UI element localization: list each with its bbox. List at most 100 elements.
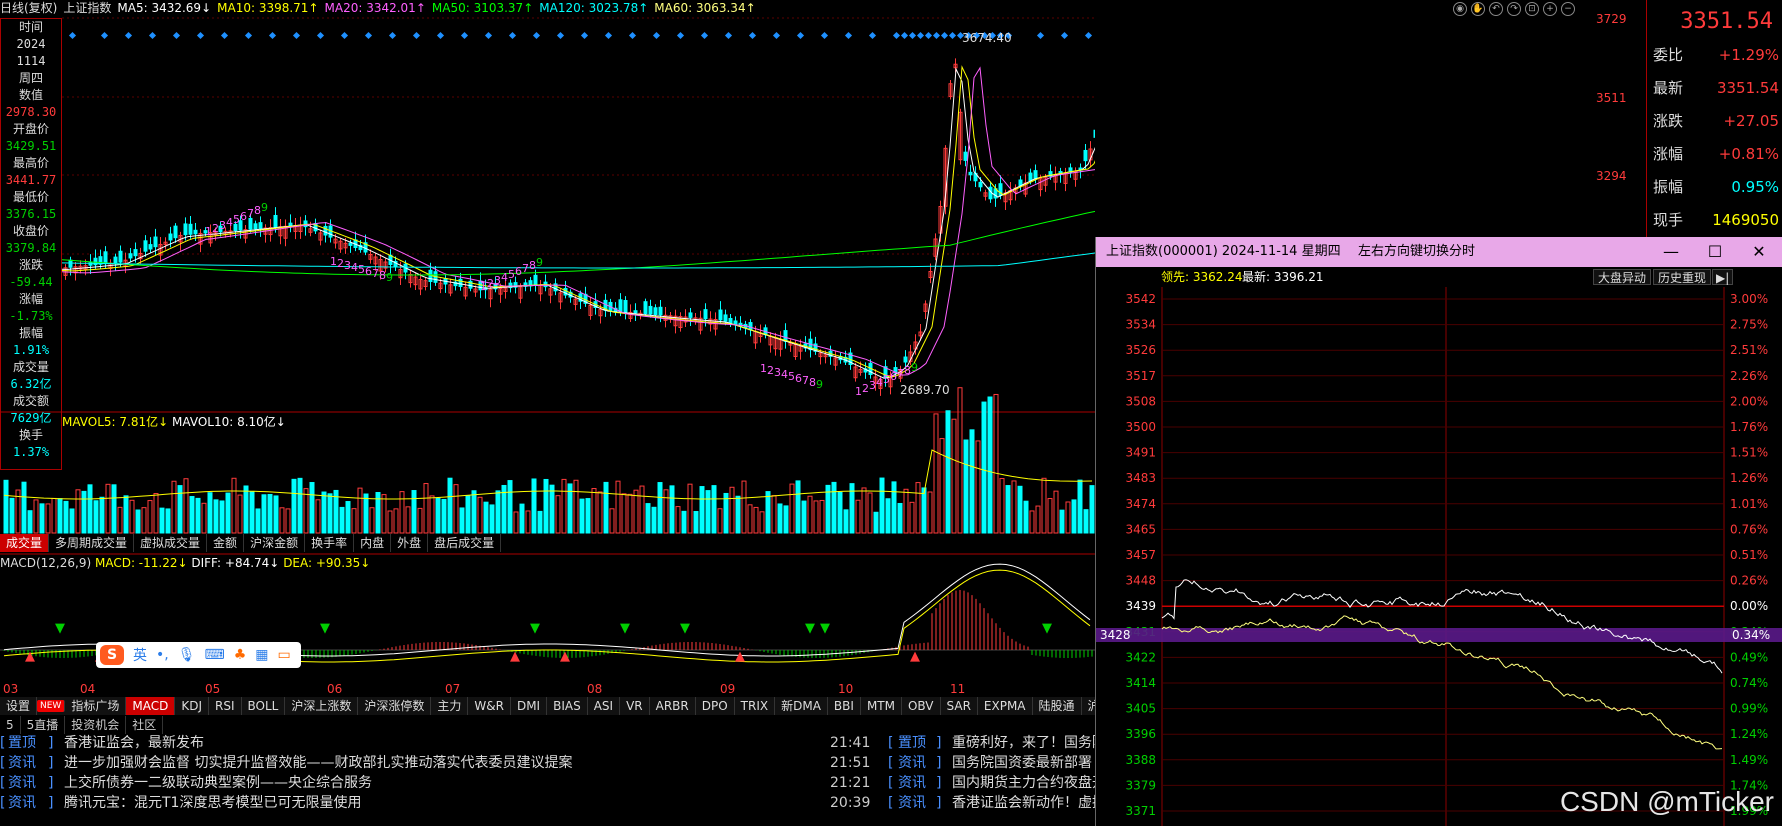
- market-alert-button[interactable]: 大盘异动: [1593, 269, 1652, 285]
- period-label[interactable]: 日线(复权): [0, 1, 57, 15]
- indicator-tab-1[interactable]: 指标广场: [65, 697, 127, 715]
- tab-8[interactable]: 盘后成交量: [428, 534, 502, 552]
- chart-toolbar: ◉ ✋ ↶ ↷ ⊡ + −: [1453, 0, 1593, 17]
- bracket: ]: [936, 755, 942, 771]
- tab-5[interactable]: 换手率: [305, 534, 355, 552]
- indicator-tab-8[interactable]: 主力: [431, 697, 469, 715]
- td-count: 4: [781, 368, 788, 381]
- eye-icon[interactable]: ◉: [1453, 1, 1467, 16]
- news-row[interactable]: 资讯[] 上交所债券一二级联动典型案例——央企综合服务 21:21 资讯[] 国内期货主…: [0, 772, 1148, 794]
- indicator-tab-13[interactable]: VR: [620, 697, 650, 715]
- volume-indicator-tabs: 成交量 多周期成交量 虚拟成交量 金额 沪深金额 换手率 内盘 外盘 盘后成交量: [0, 534, 502, 552]
- candle-body: [703, 309, 708, 320]
- quote-label: 委比: [1653, 46, 1684, 64]
- sell-arrow-icon: ▼: [620, 621, 630, 636]
- candle-body: [248, 217, 253, 230]
- indicator-tab-7[interactable]: 沪深涨停数: [358, 697, 432, 715]
- indicator-tab-6[interactable]: 沪深上涨数: [285, 697, 359, 715]
- collapse-icon[interactable]: ▶|: [1712, 269, 1734, 285]
- volume-bar: [459, 507, 465, 534]
- intraday-titlebar[interactable]: 上证指数(000001) 2024-11-14 星期四 左右方向键切换分时 — …: [1096, 237, 1782, 267]
- zoom-out-icon[interactable]: −: [1561, 1, 1575, 16]
- indicator-tab-23[interactable]: 陆股通: [1033, 697, 1082, 715]
- indicator-tab-16[interactable]: TRIX: [735, 697, 776, 715]
- news-row[interactable]: 资讯[] 进一步加强财会监督 切实提升监督效能——财政部扎实推动落实代表委员建议提…: [0, 752, 1095, 774]
- minimize-icon[interactable]: —: [1649, 237, 1693, 267]
- indicator-tab-18[interactable]: BBI: [828, 697, 861, 715]
- news-title[interactable]: 香港证监会，最新发布: [64, 732, 204, 754]
- news-title[interactable]: 进一步加强财会监督 切实提升监督效能——财政部扎实推动落实代表委员建议提案: [64, 752, 572, 774]
- volume-bar: [1089, 485, 1095, 534]
- tab-4[interactable]: 沪深金额: [244, 534, 306, 552]
- candle-body: [173, 225, 178, 239]
- ime-lang[interactable]: 英: [133, 645, 147, 665]
- ime-punct[interactable]: •,: [156, 647, 169, 663]
- candle-body: [533, 274, 538, 287]
- signal-marker: [484, 31, 493, 40]
- indicator-tab-4[interactable]: RSI: [209, 697, 242, 715]
- maximize-icon[interactable]: ☐: [1693, 237, 1737, 267]
- tab-3[interactable]: 金额: [207, 534, 245, 552]
- tab-0[interactable]: 成交量: [0, 534, 50, 552]
- indicator-tab-22[interactable]: EXPMA: [978, 697, 1033, 715]
- info-label: 时间: [18, 20, 43, 34]
- indicator-tab-3[interactable]: KDJ: [175, 697, 209, 715]
- indicator-tab-17[interactable]: 新DMA: [775, 697, 828, 715]
- news-right-title[interactable]: 国务院国资委最新部署: [952, 752, 1092, 774]
- intraday-chart[interactable]: 3542 3.00% 3534 2.75% 3526 2.51% 3517 2.26% 3508…: [1096, 287, 1782, 826]
- td-count: 1: [205, 225, 212, 238]
- hand-icon[interactable]: ✋: [1471, 1, 1485, 16]
- volume-bar: [921, 487, 927, 534]
- lock-icon[interactable]: ⊡: [1525, 1, 1539, 16]
- toolbox-icon[interactable]: ▭: [278, 647, 291, 663]
- signal-marker: [100, 31, 109, 40]
- history-replay-button[interactable]: 历史重现: [1653, 269, 1712, 285]
- keyboard-icon[interactable]: ⌨: [205, 647, 225, 663]
- indicator-tab-10[interactable]: DMI: [511, 697, 548, 715]
- volume-bar: [1023, 500, 1029, 534]
- news-title[interactable]: 上交所债券一二级联动典型案例——央企综合服务: [64, 772, 372, 794]
- volume-bar: [945, 410, 951, 534]
- close-icon[interactable]: ✕: [1737, 237, 1781, 267]
- indicator-tab-5[interactable]: BOLL: [242, 697, 286, 715]
- zoom-in-icon[interactable]: +: [1543, 1, 1557, 16]
- tab-1[interactable]: 多周期成交量: [49, 534, 135, 552]
- tab-7[interactable]: 外盘: [391, 534, 429, 552]
- volume-bar: [357, 487, 363, 534]
- tab-6[interactable]: 内盘: [354, 534, 392, 552]
- signal-marker: [124, 31, 133, 40]
- news-row[interactable]: 资讯[] 腾讯元宝：混元T1深度思考模型已可无限量使用 20:39 资讯[] 香港证监会…: [0, 792, 1148, 814]
- kline-chart[interactable]: 1 2 3 4 5 6 7 8 91 2 3 4 5 6 7 8 91 2 3 4 5 6 7 8 91 2 3 4 5 6 7 8 91 2 3 4…: [0, 0, 1095, 705]
- volume-bar: [573, 479, 579, 534]
- month-label: 11: [950, 682, 966, 696]
- redo-icon[interactable]: ↷: [1507, 1, 1521, 16]
- indicator-tab-2[interactable]: MACD: [126, 697, 176, 715]
- ime-toolbar[interactable]: S 英 •, 🎙 ⌨ ♣ ▦ ▭: [96, 642, 301, 668]
- volume-bar: [741, 480, 747, 534]
- intraday-window[interactable]: 上证指数(000001) 2024-11-14 星期四 左右方向键切换分时 — …: [1095, 237, 1782, 826]
- undo-icon[interactable]: ↶: [1489, 1, 1503, 16]
- indicator-tab-15[interactable]: DPO: [696, 697, 735, 715]
- volume-bar: [147, 500, 153, 534]
- candle-body: [183, 223, 188, 236]
- td-count: 9: [816, 378, 823, 391]
- indicator-tab-14[interactable]: ARBR: [650, 697, 696, 715]
- indicator-tab-12[interactable]: ASI: [588, 697, 621, 715]
- candle-body: [303, 220, 308, 228]
- news-title[interactable]: 腾讯元宝：混元T1深度思考模型已可无限量使用: [64, 792, 361, 814]
- candle-body: [128, 253, 133, 259]
- indicator-tab-9[interactable]: W&R: [468, 697, 511, 715]
- mic-icon[interactable]: 🎙: [178, 647, 196, 663]
- month-label: 05: [205, 682, 221, 696]
- indicator-tab-21[interactable]: SAR: [941, 697, 978, 715]
- intraday-price-label: 3500: [1125, 420, 1156, 434]
- indicator-tab-20[interactable]: OBV: [902, 697, 941, 715]
- tab-2[interactable]: 虚拟成交量: [134, 534, 208, 552]
- indicator-tab-11[interactable]: BIAS: [547, 697, 588, 715]
- skin-icon[interactable]: ♣: [234, 647, 247, 663]
- grid-icon[interactable]: ▦: [255, 647, 268, 663]
- volume-bar: [1053, 490, 1059, 534]
- indicator-tab-0[interactable]: 设置: [0, 697, 38, 715]
- indicator-tab-19[interactable]: MTM: [861, 697, 902, 715]
- news-row[interactable]: 置顶[] 香港证监会，最新发布 21:41 置顶[] 重磅利好，来了！国务院办公厅: [0, 732, 1148, 754]
